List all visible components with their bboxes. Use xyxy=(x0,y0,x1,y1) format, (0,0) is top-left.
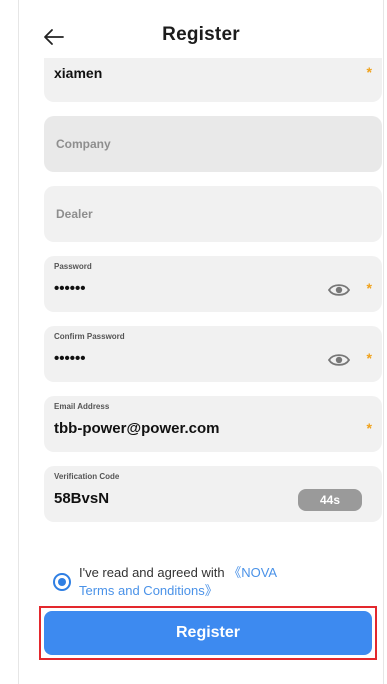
required-marker: * xyxy=(366,64,372,80)
company-placeholder: Company xyxy=(56,137,111,151)
password-field[interactable]: Password •••••• * xyxy=(44,256,382,312)
register-highlight: Register xyxy=(39,606,377,660)
verification-code-label: Verification Code xyxy=(54,472,120,481)
confirm-password-field[interactable]: Confirm Password •••••• * xyxy=(44,326,382,382)
company-field[interactable]: Company xyxy=(44,116,382,172)
dealer-field[interactable]: Dealer xyxy=(44,186,382,242)
required-marker: * xyxy=(366,280,372,296)
header-bar: Register xyxy=(19,18,383,58)
required-marker: * xyxy=(366,350,372,366)
resend-code-button[interactable]: 44s xyxy=(298,489,362,511)
agreement-text: I've read and agreed with 《NOVA Terms an… xyxy=(79,564,277,600)
agreement-row: I've read and agreed with 《NOVA Terms an… xyxy=(49,562,369,602)
required-marker: * xyxy=(366,420,372,436)
email-label: Email Address xyxy=(54,402,110,411)
password-value: •••••• xyxy=(54,280,86,297)
verification-code-field[interactable]: Verification Code 58BvsN 44s xyxy=(44,466,382,522)
register-button[interactable]: Register xyxy=(44,611,372,655)
terms-link-continued[interactable]: Terms and Conditions》 xyxy=(79,583,218,598)
city-field[interactable]: xiamen * xyxy=(44,58,382,102)
city-value: xiamen xyxy=(54,65,103,81)
email-field[interactable]: Email Address tbb-power@power.com * xyxy=(44,396,382,452)
terms-link[interactable]: 《NOVA xyxy=(228,565,277,580)
verification-code-value: 58BvsN xyxy=(54,490,110,507)
dealer-placeholder: Dealer xyxy=(56,207,93,221)
agreement-label: I've read and agreed with xyxy=(79,565,229,580)
register-screen: Register xiamen * Company Dealer Passwor… xyxy=(18,0,384,684)
agree-radio[interactable] xyxy=(53,573,71,591)
eye-icon[interactable] xyxy=(327,283,351,297)
confirm-password-value: •••••• xyxy=(54,350,86,367)
password-label: Password xyxy=(54,262,92,271)
email-value: tbb-power@power.com xyxy=(54,420,220,437)
eye-icon[interactable] xyxy=(327,353,351,367)
confirm-password-label: Confirm Password xyxy=(54,332,125,341)
page-title: Register xyxy=(162,24,240,45)
